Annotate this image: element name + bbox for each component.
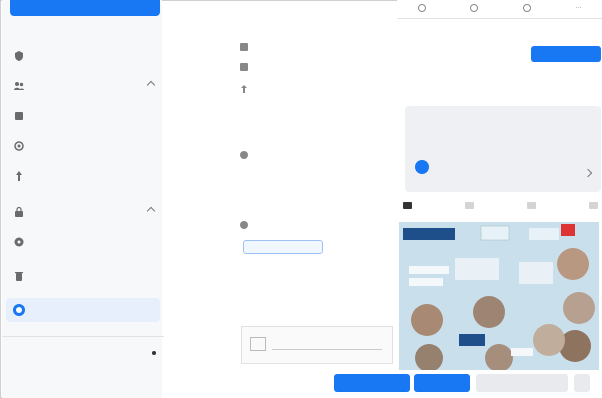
tag-icon <box>589 201 598 209</box>
sidebar-item-9[interactable] <box>6 298 160 322</box>
center-row <box>239 220 395 230</box>
info-icon <box>239 220 249 230</box>
center-row <box>239 84 395 94</box>
globe-icon <box>12 235 26 249</box>
pin-icon <box>239 84 249 94</box>
preview-image <box>399 222 599 372</box>
bottom-bar <box>162 370 602 398</box>
sidebar-item-3[interactable] <box>6 104 160 128</box>
sidebar-item-5[interactable] <box>6 164 160 188</box>
tab-icon <box>470 4 479 12</box>
lock-icon <box>12 205 26 219</box>
list-icon <box>239 62 249 72</box>
center-panel <box>237 0 397 370</box>
sidebar-item-8[interactable] <box>6 264 160 288</box>
sidebar-item-6[interactable] <box>6 200 160 224</box>
tab-icon <box>417 4 426 12</box>
secondary-button[interactable] <box>414 374 470 392</box>
sidebar-item-4[interactable] <box>6 134 160 158</box>
center-paragraph <box>255 176 387 220</box>
sidebar-divider <box>2 336 164 337</box>
preview-thumb <box>250 337 266 351</box>
info-card[interactable] <box>405 106 601 192</box>
chevron-up-icon[interactable] <box>146 80 156 90</box>
center-row <box>239 62 395 72</box>
sidebar-bottom-item[interactable] <box>14 344 160 362</box>
preview-line <box>272 349 382 350</box>
users-icon <box>12 79 26 93</box>
sidebar-item-1[interactable] <box>6 44 160 68</box>
tag-4[interactable] <box>589 198 601 212</box>
tertiary-button[interactable] <box>476 374 568 392</box>
info-icon <box>239 150 249 160</box>
center-paragraph <box>243 262 391 320</box>
center-row <box>239 42 395 52</box>
settings-icon <box>12 139 26 153</box>
grid-icon <box>12 109 26 123</box>
trash-icon <box>12 269 26 283</box>
center-row <box>239 150 395 160</box>
tab-bar: ··· <box>397 0 602 16</box>
tab-icon <box>522 4 531 12</box>
chevron-up-icon[interactable] <box>146 206 156 216</box>
chevron-right-icon[interactable] <box>583 168 593 178</box>
sidebar <box>2 0 164 398</box>
sidebar-item-2[interactable] <box>6 74 160 98</box>
primary-button[interactable] <box>334 374 410 392</box>
pin-icon <box>12 169 26 183</box>
tag-3[interactable] <box>527 198 539 212</box>
tab-2[interactable] <box>470 4 481 12</box>
right-panel: ··· <box>397 0 602 372</box>
tag-row <box>403 198 601 212</box>
tag-icon <box>527 201 536 209</box>
sidebar-top-button[interactable] <box>10 0 160 16</box>
center-preview-box <box>241 326 393 364</box>
more-icon[interactable]: ··· <box>575 5 581 11</box>
tag-2[interactable] <box>465 198 477 212</box>
shield-icon <box>12 49 26 63</box>
copy-icon[interactable] <box>574 374 590 392</box>
tab-3[interactable] <box>522 4 534 12</box>
avatar <box>415 160 429 174</box>
dot-icon <box>152 351 156 355</box>
divider <box>397 18 602 19</box>
center-chip[interactable] <box>243 240 323 254</box>
tag-icon <box>465 201 474 209</box>
primary-action-button[interactable] <box>531 46 601 62</box>
list-icon <box>239 42 249 52</box>
tag-1[interactable] <box>403 198 415 212</box>
tab-1[interactable] <box>417 4 429 12</box>
tag-icon <box>403 201 412 209</box>
sidebar-item-7[interactable] <box>6 230 160 254</box>
center-paragraph <box>255 104 387 150</box>
circle-icon <box>12 303 26 317</box>
